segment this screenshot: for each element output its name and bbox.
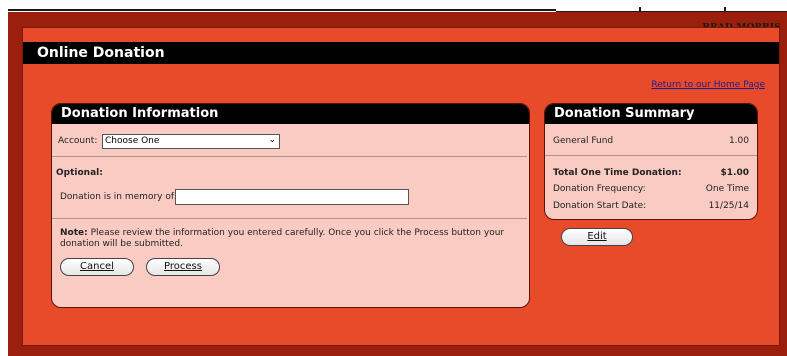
page-title-bar: Online Donation [23, 42, 779, 64]
donation-summary-heading: Donation Summary [545, 104, 757, 124]
cancel-button-label: Cancel [80, 261, 114, 272]
optional-label: Optional: [56, 168, 103, 178]
home-link[interactable]: Return to our Home Page [651, 80, 765, 90]
process-button-label: Process [164, 261, 202, 272]
account-label: Account: [58, 136, 98, 146]
total-row: Total One Time Donation: $1.00 [553, 168, 749, 178]
top-border-line [8, 9, 556, 11]
start-date-label: Donation Start Date: [553, 201, 647, 211]
frequency-label: Donation Frequency: [553, 184, 646, 194]
note-text-block: Note: Please review the information you … [60, 228, 515, 250]
process-button[interactable]: Process [146, 258, 220, 276]
cancel-button[interactable]: Cancel [60, 258, 134, 276]
note-text: Please review the information you entere… [60, 228, 505, 249]
divider [52, 156, 527, 157]
memory-input[interactable] [175, 189, 409, 205]
edit-button-label: Edit [587, 231, 607, 242]
account-select[interactable]: Choose One ⌄ [102, 134, 280, 149]
donation-summary-panel: Donation Summary General Fund 1.00 Total… [544, 103, 758, 220]
total-value: $1.00 [720, 168, 749, 178]
edit-button[interactable]: Edit [561, 228, 633, 246]
fund-row: General Fund 1.00 [553, 136, 749, 146]
page-title: Online Donation [37, 45, 165, 61]
memory-label: Donation is in memory of [60, 192, 175, 202]
donation-info-heading: Donation Information [52, 104, 529, 124]
frequency-value: One Time [705, 184, 749, 194]
start-date-row: Donation Start Date: 11/25/14 [553, 201, 749, 211]
donation-page: Online Donation Return to our Home Page … [22, 27, 780, 346]
fund-label: General Fund [553, 136, 614, 146]
frequency-row: Donation Frequency: One Time [553, 184, 749, 194]
account-selected-value: Choose One [105, 136, 160, 146]
start-date-value: 11/25/14 [708, 201, 749, 211]
note-label: Note: [60, 228, 88, 238]
chevron-down-icon: ⌄ [268, 135, 276, 145]
fund-value: 1.00 [728, 136, 749, 146]
total-label: Total One Time Donation: [553, 168, 682, 178]
divider [545, 155, 757, 156]
divider [52, 218, 527, 219]
donation-info-panel: Donation Information Account: Choose One… [51, 103, 530, 308]
